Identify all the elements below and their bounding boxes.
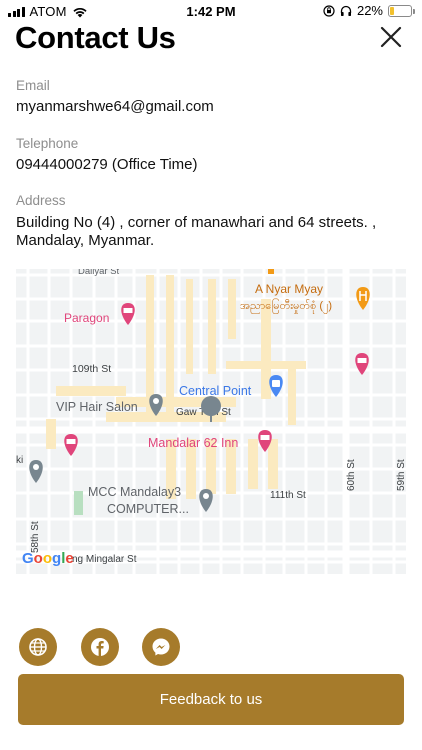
status-bar: ATOM 1:42 PM 22%	[0, 0, 422, 22]
street-label-59: 59th St	[396, 459, 406, 491]
facebook-icon	[91, 638, 109, 656]
email-value[interactable]: myanmarshwe64@gmail.com	[16, 97, 214, 117]
telephone-label: Telephone	[16, 136, 79, 151]
place-label-paragon: Paragon	[64, 311, 109, 325]
street-label-111: 111th St	[270, 490, 306, 501]
location-map[interactable]: Daliyar St 109th St Gaw Tt in St 111th S…	[16, 269, 406, 574]
orientation-lock-icon	[323, 4, 335, 17]
telephone-value[interactable]: 09444000279 (Office Time)	[16, 155, 198, 175]
google-logo: Google	[22, 550, 74, 567]
street-label-ki: ki	[16, 455, 23, 466]
close-button[interactable]	[378, 24, 404, 50]
address-label: Address	[16, 193, 66, 208]
facebook-button[interactable]	[81, 628, 119, 666]
page-title: Contact Us	[15, 20, 176, 55]
address-line-2: Mandalay, Myanmar.	[16, 232, 155, 249]
battery-icon	[388, 4, 415, 17]
place-label-inn: Mandalar 62 Inn	[148, 436, 238, 450]
headphones-icon	[340, 5, 352, 16]
street-label-60: 60th St	[346, 459, 357, 491]
place-label-mcc-2: COMPUTER...	[107, 502, 189, 516]
battery-percent: 22%	[356, 3, 383, 18]
street-label-109: 109th St	[72, 363, 111, 375]
street-label-58: 58th St	[30, 521, 41, 553]
address-line-1: Building No (4) , corner of manawhari an…	[16, 214, 377, 231]
place-label-anyar: A Nyar Myay	[255, 282, 323, 296]
place-label-anyar-my: အညာမြေတီးမှုတ်စုံ (၂)	[240, 298, 332, 314]
messenger-icon	[152, 638, 170, 656]
feedback-button[interactable]: Feedback to us	[18, 674, 404, 725]
close-icon	[380, 26, 402, 48]
street-label-mingalar: ng Mingalar St	[72, 554, 137, 565]
status-right: 22%	[323, 3, 415, 18]
place-label-mcc-1: MCC Mandalay3	[88, 485, 181, 499]
website-button[interactable]	[19, 628, 57, 666]
street-label-top: Daliyar St	[78, 269, 120, 277]
globe-icon	[29, 638, 47, 656]
messenger-button[interactable]	[142, 628, 180, 666]
place-label-vip: VIP Hair Salon	[56, 400, 138, 414]
place-label-central: Central Point	[179, 384, 252, 398]
email-label: Email	[16, 78, 50, 93]
